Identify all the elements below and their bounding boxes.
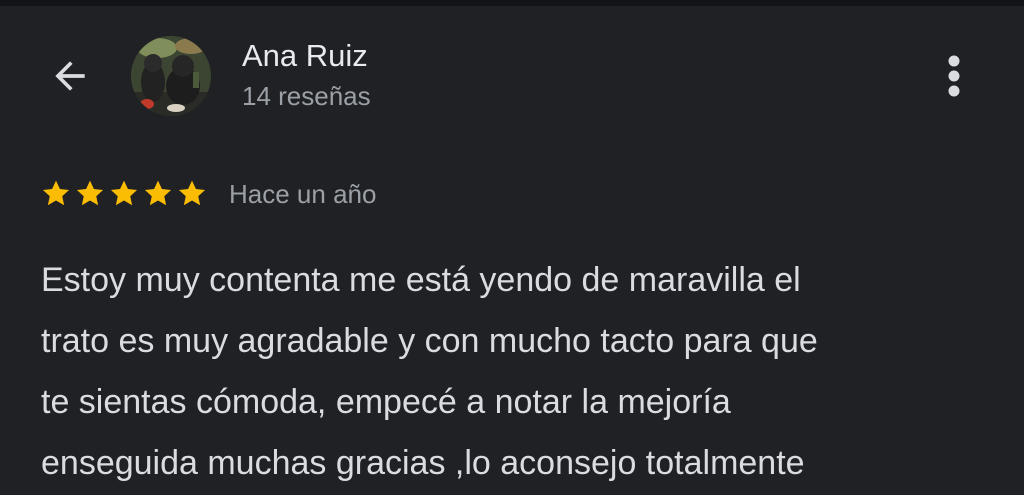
star-icon [110,180,138,206]
status-bar-edge [0,0,1024,6]
star-icon [144,180,172,206]
star-icon [76,180,104,206]
reviewer-review-count: 14 reseñas [242,81,371,111]
review-text-line: trato es muy agradable y con mucho tacto… [41,322,818,360]
more-vert-icon [948,55,960,97]
avatar[interactable] [131,36,211,116]
review-text-line: enseguida muchas gracias ,lo aconsejo to… [41,444,805,482]
review-text-line: te sientas cómoda, empecé a notar la mej… [41,383,731,421]
star-icon [42,180,70,206]
star-rating [40,178,208,210]
star-icon [178,180,206,206]
review-date: Hace un año [229,178,377,209]
rating-row: Hace un año [40,176,376,212]
more-options-button[interactable] [930,50,978,102]
back-button[interactable] [40,48,100,104]
profile-photo [131,36,211,116]
review-text: Estoy muy contenta me está yendo de mara… [41,250,991,494]
reviewer-name[interactable]: Ana Ruiz [242,38,368,74]
arrow-back-icon [55,61,85,91]
review-text-line: Estoy muy contenta me está yendo de mara… [41,261,801,299]
